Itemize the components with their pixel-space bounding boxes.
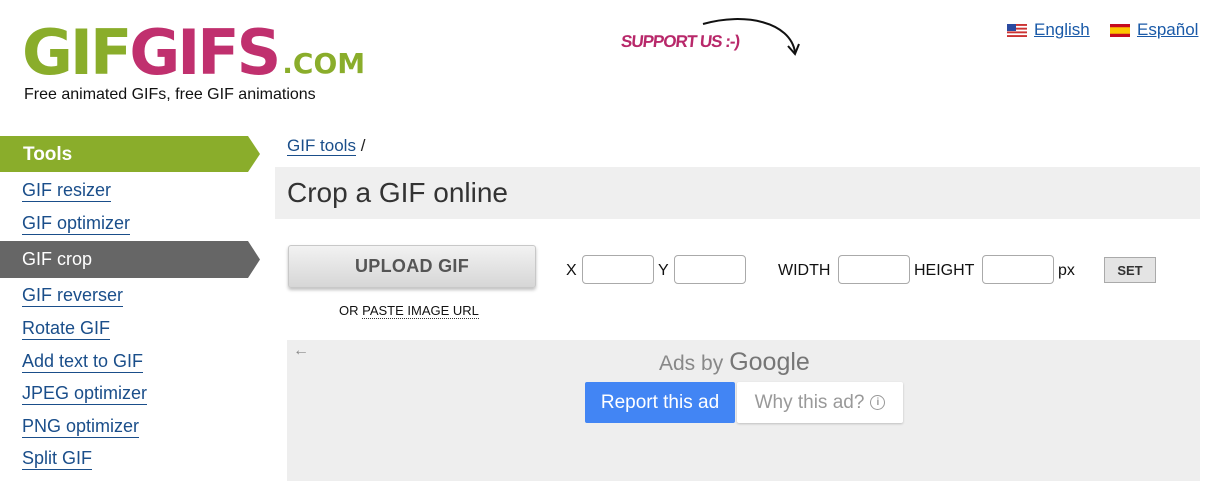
sidebar-item-split-gif[interactable]: Split GIF (22, 447, 93, 470)
upload-gif-button[interactable]: UPLOAD GIF (288, 245, 536, 288)
height-input[interactable] (982, 255, 1054, 284)
sidebar-item-rotate-gif[interactable]: Rotate GIF (22, 317, 111, 340)
info-icon: i (870, 395, 886, 410)
width-label: WIDTH (778, 262, 831, 279)
px-unit: px (1058, 262, 1075, 279)
set-button[interactable]: SET (1104, 257, 1156, 283)
sidebar-item-label: GIF crop (22, 249, 93, 269)
logo-text-gifs: GIFS (129, 16, 281, 89)
site-tagline: Free animated GIFs, free GIF animations (24, 86, 316, 103)
paste-prefix: OR (339, 303, 359, 318)
x-input[interactable] (582, 255, 654, 284)
sidebar-item-gif-resizer[interactable]: GIF resizer (22, 179, 112, 202)
sidebar-item-gif-reverser[interactable]: GIF reverser (22, 284, 124, 307)
breadcrumb: GIF tools / (287, 136, 365, 156)
breadcrumb-separator: / (360, 136, 366, 155)
lang-english[interactable]: English (1007, 20, 1090, 40)
paste-image-url-link[interactable]: PASTE IMAGE URL (362, 303, 479, 319)
height-label: HEIGHT (914, 262, 975, 279)
us-flag-icon (1007, 23, 1027, 37)
y-label: Y (658, 262, 669, 279)
sidebar-item-png-optimizer[interactable]: PNG optimizer (22, 415, 140, 438)
sidebar-item-add-text[interactable]: Add text to GIF (22, 350, 144, 373)
curved-arrow-icon (702, 18, 800, 56)
site-logo[interactable]: GIF GIFS .COM (22, 14, 365, 84)
breadcrumb-gif-tools[interactable]: GIF tools (287, 136, 356, 156)
spain-flag-icon (1110, 23, 1130, 37)
why-this-ad-button[interactable]: Why this ad? i (737, 382, 903, 423)
ad-container: ← Ads by Google Report this ad Why this … (287, 340, 1200, 481)
page-title: Crop a GIF online (287, 177, 508, 208)
sidebar-heading-label: Tools (23, 144, 73, 165)
page-title-bar: Crop a GIF online (275, 167, 1200, 219)
sidebar-heading: Tools (0, 136, 260, 172)
sidebar-item-gif-crop[interactable]: GIF crop (0, 241, 260, 278)
ads-by-label: Ads by (659, 352, 724, 375)
sidebar-item-gif-optimizer[interactable]: GIF optimizer (22, 212, 131, 235)
width-input[interactable] (838, 255, 910, 284)
back-arrow-icon[interactable]: ← (293, 342, 309, 360)
sidebar-item-jpeg-optimizer[interactable]: JPEG optimizer (22, 382, 148, 405)
logo-text-gif: GIF (22, 16, 132, 89)
lang-spanish[interactable]: Español (1110, 20, 1198, 40)
report-ad-button[interactable]: Report this ad (585, 382, 735, 423)
y-input[interactable] (674, 255, 746, 284)
why-this-ad-label: Why this ad? (754, 391, 865, 413)
google-logo: Google (729, 348, 810, 376)
ads-by-google: Ads by Google (659, 348, 810, 377)
lang-english-label[interactable]: English (1034, 20, 1090, 40)
lang-spanish-label[interactable]: Español (1137, 20, 1198, 40)
logo-text-com: .COM (282, 47, 366, 80)
paste-url-row: OR PASTE IMAGE URL (339, 303, 479, 319)
x-label: X (566, 262, 577, 279)
